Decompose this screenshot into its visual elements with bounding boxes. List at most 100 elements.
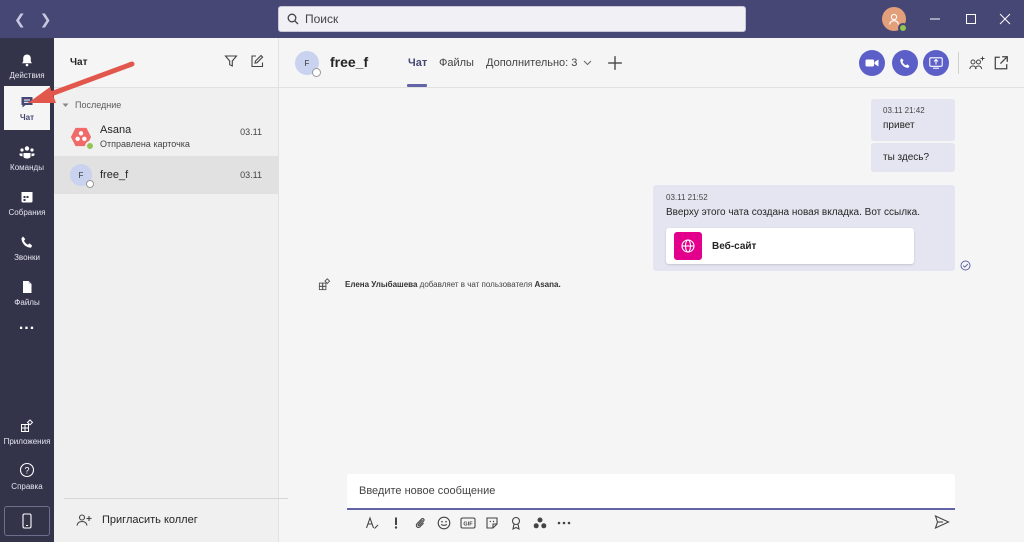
invite-section: Пригласить коллег xyxy=(64,498,288,542)
rail-item-label: Команды xyxy=(10,162,44,172)
important-icon[interactable] xyxy=(384,514,408,532)
rail-item-apps[interactable]: Приложения xyxy=(0,410,54,454)
tab-files[interactable]: Файлы xyxy=(439,57,474,69)
globe-icon xyxy=(681,239,695,253)
add-tab-icon[interactable] xyxy=(607,55,623,71)
title-bar: ❮ ❯ Поиск xyxy=(0,0,1024,38)
format-icon[interactable] xyxy=(360,514,384,532)
asana-app-icon[interactable] xyxy=(528,514,552,532)
message-time: 03.11 21:52 xyxy=(666,193,708,202)
website-card[interactable]: Веб-сайт xyxy=(666,228,914,264)
presence-offline-icon xyxy=(86,180,94,188)
user-avatar[interactable] xyxy=(882,7,908,33)
rail-item-label: Справка xyxy=(11,481,43,491)
rail-item-teams[interactable]: Команды xyxy=(0,136,54,180)
filter-icon[interactable] xyxy=(224,54,238,68)
presence-available-icon xyxy=(898,23,908,33)
nav-arrows: ❮ ❯ xyxy=(14,11,51,28)
asana-avatar xyxy=(70,126,95,151)
emoji-icon[interactable] xyxy=(432,514,456,532)
share-screen-button[interactable] xyxy=(923,50,949,76)
compose-box[interactable] xyxy=(347,474,955,510)
minimize-icon[interactable] xyxy=(926,10,944,28)
forward-arrow-icon[interactable]: ❯ xyxy=(40,11,52,28)
message-time: 03.11 21:42 xyxy=(883,106,925,115)
rail-item-label: Приложения xyxy=(3,436,51,446)
card-icon-tile xyxy=(674,232,702,260)
video-call-button[interactable] xyxy=(859,50,885,76)
svg-text:GIF: GIF xyxy=(463,522,473,528)
conversation-name: free_f xyxy=(330,54,369,70)
system-message-user: Елена Улыбашева xyxy=(345,280,418,289)
conversation-header: F free_f Чат Файлы Дополнительно: 3 xyxy=(279,38,1024,88)
rail-item-more[interactable]: ... xyxy=(0,308,54,348)
invite-button[interactable]: Пригласить коллег xyxy=(76,513,198,527)
message-bubble[interactable]: 03.11 21:52 Вверху этого чата создана но… xyxy=(653,185,955,271)
attach-icon[interactable] xyxy=(408,514,432,532)
chat-name: free_f xyxy=(100,169,129,181)
tab-chat[interactable]: Чат xyxy=(408,57,427,69)
chat-row-asana[interactable]: Asana Отправлена карточка 03.11 xyxy=(54,118,278,156)
close-icon[interactable] xyxy=(996,10,1014,28)
message-bubble[interactable]: ты здесь? xyxy=(871,143,955,172)
avatar-initial: F xyxy=(78,170,84,180)
conversation-avatar: F xyxy=(295,51,321,77)
gif-icon[interactable]: GIF xyxy=(456,514,480,532)
message-bubble[interactable]: 03.11 21:42 привет xyxy=(871,99,955,141)
more-options-icon[interactable] xyxy=(552,514,576,532)
annotation-arrow xyxy=(28,61,135,103)
presence-offline-icon xyxy=(312,68,321,77)
presence-available-icon xyxy=(85,141,95,151)
chat-date: 03.11 xyxy=(240,170,262,180)
system-message: Елена Улыбашева добавляет в чат пользова… xyxy=(318,278,561,291)
search-placeholder: Поиск xyxy=(305,12,339,26)
chat-preview: Отправлена карточка xyxy=(100,139,190,149)
card-label: Веб-сайт xyxy=(712,240,757,252)
rail-item-calls[interactable]: Звонки xyxy=(0,226,54,270)
rail-item-label: Файлы xyxy=(14,297,40,307)
praise-icon[interactable] xyxy=(504,514,528,532)
chat-name: Asana xyxy=(100,124,132,136)
pop-out-icon[interactable] xyxy=(993,55,1009,71)
share-screen-icon xyxy=(929,57,943,69)
phone-icon xyxy=(21,236,33,248)
teams-icon xyxy=(19,145,35,158)
chat-date: 03.11 xyxy=(240,127,262,137)
sticker-icon[interactable] xyxy=(480,514,504,532)
file-icon xyxy=(23,280,32,293)
audio-call-button[interactable] xyxy=(892,50,918,76)
message-text: ты здесь? xyxy=(883,152,930,163)
message-text: привет xyxy=(883,120,915,131)
back-arrow-icon[interactable]: ❮ xyxy=(14,11,26,28)
tab-more-label: Дополнительно: 3 xyxy=(486,57,578,69)
tab-more[interactable]: Дополнительно: 3 xyxy=(486,57,592,69)
rail-item-label: Звонки xyxy=(14,252,40,262)
svg-text:?: ? xyxy=(24,465,29,475)
search-box[interactable]: Поиск xyxy=(278,6,746,32)
message-text: Вверху этого чата создана новая вкладка.… xyxy=(666,207,920,218)
invite-people-icon xyxy=(76,514,92,526)
rail-item-help[interactable]: ? Справка xyxy=(0,454,54,498)
chevron-down-icon xyxy=(584,60,592,66)
apps-icon xyxy=(21,418,34,432)
mobile-phone-icon xyxy=(22,513,32,529)
video-camera-icon xyxy=(865,59,879,67)
mobile-app-button[interactable] xyxy=(4,506,50,536)
send-icon xyxy=(934,514,950,530)
read-receipt-icon xyxy=(960,260,971,271)
system-message-action: добавляет в чат пользователя xyxy=(419,280,533,289)
phone-icon xyxy=(900,58,910,68)
send-button[interactable] xyxy=(934,514,950,535)
compose-toolbar: GIF xyxy=(360,514,576,532)
new-chat-icon[interactable] xyxy=(250,54,264,68)
add-people-icon[interactable] xyxy=(969,55,985,71)
active-tab-indicator xyxy=(407,84,427,87)
rail-item-meetings[interactable]: Собрания xyxy=(0,181,54,225)
rail-item-label: Собрания xyxy=(8,207,46,217)
help-icon: ? xyxy=(19,462,35,477)
maximize-icon[interactable] xyxy=(962,10,980,28)
chat-row-free-f[interactable]: F free_f 03.11 xyxy=(54,156,278,194)
message-input[interactable] xyxy=(359,485,919,497)
invite-label: Пригласить коллег xyxy=(102,514,198,526)
header-divider xyxy=(958,52,959,74)
